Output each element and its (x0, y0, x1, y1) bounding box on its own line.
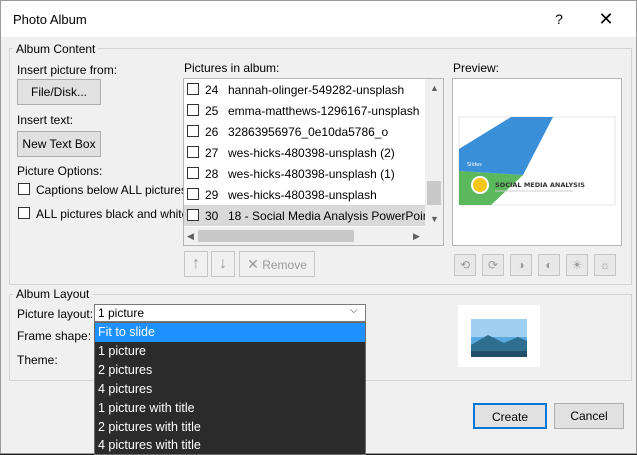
picture-number: 27 (205, 146, 219, 160)
contrast-down-icon: ◐ (545, 258, 553, 272)
scroll-corner (425, 227, 443, 245)
picture-checkbox[interactable] (187, 83, 199, 95)
layout-thumbnail (458, 305, 540, 367)
picture-checkbox[interactable] (187, 146, 199, 158)
layout-thumbnail-image (471, 319, 527, 357)
close-button[interactable]: ✕ (591, 7, 621, 31)
layout-option-4-pictures[interactable]: 4 pictures (95, 380, 365, 399)
list-item[interactable]: 26 32863956976_0e10da5786_o (184, 121, 426, 142)
theme-label: Theme: (17, 353, 58, 367)
title-bar: Photo Album ? ✕ (1, 1, 636, 37)
captions-below-label: Captions below ALL pictures (36, 183, 187, 197)
preview-slide-image: Slides SOCIAL MEDIA ANALYSIS (458, 116, 616, 206)
black-and-white-label: ALL pictures black and white (36, 207, 189, 221)
scroll-left-icon[interactable]: ◀ (187, 231, 194, 242)
cancel-button[interactable]: Cancel (554, 403, 624, 429)
rotate-left-icon: ⟲ (459, 258, 471, 272)
brightness-up-icon: ☀ (571, 258, 583, 272)
picture-number: 26 (205, 125, 219, 139)
vertical-scroll-thumb[interactable] (427, 181, 441, 205)
list-item[interactable]: 28 wes-hicks-480398-unsplash (1) (184, 163, 426, 184)
remove-button[interactable]: ✕ Remove (239, 251, 315, 277)
rotate-left-button[interactable]: ⟲ (454, 254, 476, 276)
chevron-down-icon[interactable]: ⌵ (350, 305, 358, 316)
picture-checkbox[interactable] (187, 209, 199, 221)
layout-option-1-picture-with-title[interactable]: 1 picture with title (95, 399, 365, 418)
layout-option-4-pictures-with-title[interactable]: 4 pictures with title (95, 436, 365, 455)
preview-slide-title: SOCIAL MEDIA ANALYSIS (495, 181, 585, 189)
captions-below-checkbox[interactable] (18, 183, 30, 195)
remove-x-icon: ✕ (247, 256, 259, 272)
arrow-up-icon: ↑ (192, 255, 200, 272)
layout-option-1-picture[interactable]: 1 picture (95, 342, 365, 361)
picture-checkbox[interactable] (187, 167, 199, 179)
rotate-right-button[interactable]: ⟳ (482, 254, 504, 276)
list-item-selected[interactable]: 30 18 - Social Media Analysis PowerPoint… (184, 205, 443, 226)
frame-shape-label: Frame shape: (17, 329, 92, 343)
picture-layout-dropdown[interactable]: Fit to slide 1 picture 2 pictures 4 pict… (94, 322, 366, 455)
horizontal-scroll-thumb[interactable] (198, 230, 354, 242)
picture-number: 24 (205, 83, 219, 97)
pictures-list[interactable]: 24 hannah-olinger-549282-unsplash 25 emm… (183, 78, 444, 246)
picture-number: 28 (205, 167, 219, 181)
scroll-up-icon[interactable]: ▲ (430, 83, 439, 93)
picture-checkbox[interactable] (187, 125, 199, 137)
scroll-down-icon[interactable]: ▼ (430, 214, 439, 224)
move-up-button[interactable]: ↑ (184, 251, 208, 277)
help-button[interactable]: ? (546, 7, 572, 31)
layout-option-2-pictures[interactable]: 2 pictures (95, 361, 365, 380)
arrow-down-icon: ↓ (219, 255, 227, 272)
picture-number: 29 (205, 188, 219, 202)
photo-album-dialog: Photo Album ? ✕ Album Content Insert pic… (0, 0, 637, 455)
move-down-button[interactable]: ↓ (211, 251, 235, 277)
list-item[interactable]: 24 hannah-olinger-549282-unsplash (184, 79, 426, 100)
dialog-title: Photo Album (13, 12, 87, 27)
brightness-down-icon: ☼ (599, 258, 611, 272)
picture-name: 32863956976_0e10da5786_o (228, 125, 389, 139)
list-item[interactable]: 29 wes-hicks-480398-unsplash (184, 184, 426, 205)
file-disk-button[interactable]: File/Disk... (17, 79, 101, 105)
picture-number: 25 (205, 104, 219, 118)
brightness-down-button[interactable]: ☼ (594, 254, 616, 276)
contrast-up-button[interactable]: ◑ (510, 254, 532, 276)
insert-text-label: Insert text: (17, 113, 74, 127)
picture-checkbox[interactable] (187, 188, 199, 200)
layout-option-2-pictures-with-title[interactable]: 2 pictures with title (95, 418, 365, 437)
pictures-in-album-label: Pictures in album: (184, 61, 280, 75)
picture-name: 18 - Social Media Analysis PowerPoint Te (228, 209, 444, 223)
picture-name: wes-hicks-480398-unsplash (1) (228, 167, 395, 181)
picture-layout-value: 1 picture (98, 306, 145, 320)
preview-label: Preview: (453, 61, 500, 75)
picture-number: 30 (205, 209, 219, 223)
contrast-down-button[interactable]: ◐ (538, 254, 560, 276)
contrast-up-icon: ◑ (517, 258, 525, 272)
picture-name: wes-hicks-480398-unsplash (2) (228, 146, 395, 160)
remove-label: Remove (262, 258, 307, 272)
new-text-box-button[interactable]: New Text Box (17, 131, 101, 157)
album-content-label: Album Content (13, 42, 99, 56)
insert-picture-from-label: Insert picture from: (17, 63, 118, 77)
preview-slide-tag: Slides (467, 162, 482, 168)
picture-checkbox[interactable] (187, 104, 199, 116)
rotate-right-icon: ⟳ (487, 258, 499, 272)
picture-name: wes-hicks-480398-unsplash (228, 188, 377, 202)
black-and-white-checkbox[interactable] (18, 207, 30, 219)
brightness-up-button[interactable]: ☀ (566, 254, 588, 276)
list-item[interactable]: 25 emma-matthews-1296167-unsplash (184, 100, 426, 121)
picture-layout-label: Picture layout: (17, 307, 94, 321)
album-layout-label: Album Layout (13, 287, 93, 301)
list-item[interactable]: 27 wes-hicks-480398-unsplash (2) (184, 142, 426, 163)
layout-option-fit-to-slide[interactable]: Fit to slide (95, 323, 365, 342)
preview-pane: Slides SOCIAL MEDIA ANALYSIS (452, 78, 622, 246)
picture-name: hannah-olinger-549282-unsplash (228, 83, 405, 97)
scroll-right-icon[interactable]: ▶ (413, 231, 420, 242)
create-button[interactable]: Create (473, 403, 547, 429)
picture-name: emma-matthews-1296167-unsplash (228, 104, 420, 118)
picture-layout-select[interactable]: 1 picture ⌵ (94, 304, 366, 322)
picture-options-label: Picture Options: (17, 164, 103, 178)
